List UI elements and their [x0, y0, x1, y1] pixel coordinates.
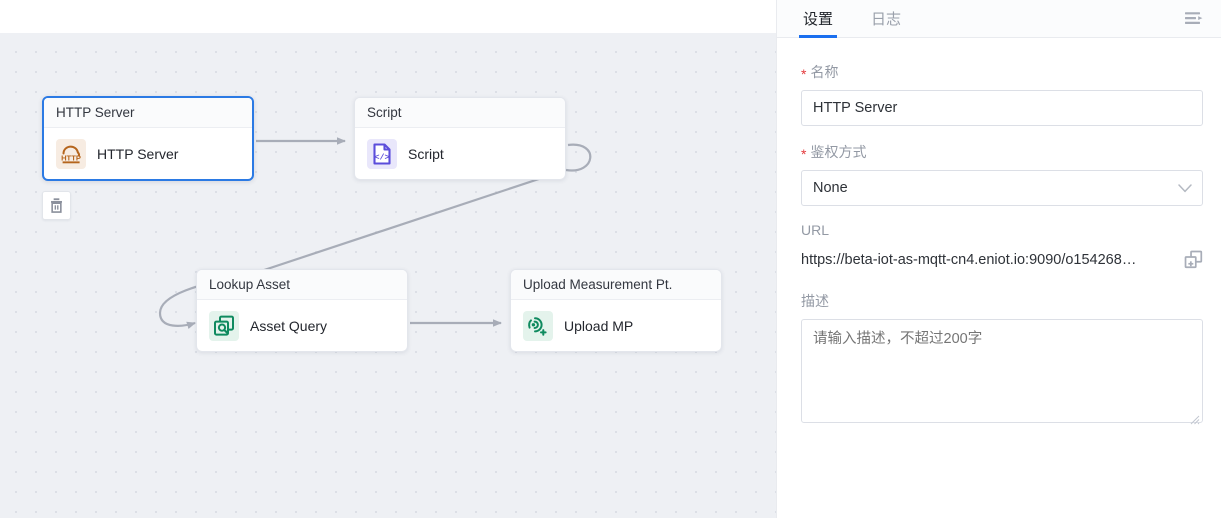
field-label-text: URL: [801, 222, 829, 238]
flow-node-title: HTTP Server: [44, 98, 252, 128]
flow-node-body: Upload MP: [511, 300, 721, 351]
flow-node-title: Upload Measurement Pt.: [511, 270, 721, 300]
http-cloud-icon: HTTP: [56, 139, 86, 169]
flow-node-http-server[interactable]: HTTP Server HTTP HTTP Server: [42, 96, 254, 181]
tab-settings[interactable]: 设置: [801, 12, 835, 37]
field-label-text: 鉴权方式: [810, 142, 866, 162]
panel-tabs: 设置 日志: [777, 0, 1221, 38]
field-label-text: 描述: [801, 291, 829, 311]
url-row: https://beta-iot-as-mqtt-cn4.eniot.io:90…: [801, 250, 1203, 269]
field-label-text: 名称: [810, 62, 838, 82]
flow-node-label: HTTP Server: [97, 146, 178, 162]
flow-node-label: Upload MP: [564, 318, 633, 334]
field-url-label: URL: [801, 222, 1197, 238]
svg-text:HTTP: HTTP: [61, 153, 81, 162]
flow-node-lookup-asset[interactable]: Lookup Asset Asset Query: [196, 269, 408, 352]
flow-node-script[interactable]: Script </> Script: [354, 97, 566, 180]
field-name-label: * 名称: [801, 62, 1197, 82]
flow-canvas[interactable]: HTTP Server HTTP HTTP Server Script: [0, 33, 776, 518]
copy-icon[interactable]: [1184, 250, 1203, 269]
required-asterisk: *: [801, 147, 806, 161]
flow-canvas-area: HTTP Server HTTP HTTP Server Script: [0, 0, 776, 518]
flow-node-upload-measurement-point[interactable]: Upload Measurement Pt. Upload MP: [510, 269, 722, 352]
required-asterisk: *: [801, 67, 806, 81]
code-file-icon: </>: [367, 139, 397, 169]
field-description-label: 描述: [801, 291, 1197, 311]
collapse-panel-icon[interactable]: [1181, 7, 1207, 31]
edge-script-to-asset-diagonal: [246, 170, 566, 276]
trash-icon: [48, 197, 65, 214]
flow-node-body: </> Script: [355, 128, 565, 179]
svg-text:</>: </>: [374, 152, 389, 162]
settings-panel: 设置 日志 * 名称 HTTP Server: [776, 0, 1221, 518]
description-textarea-wrapper: [801, 319, 1203, 428]
tab-logs[interactable]: 日志: [869, 12, 903, 37]
delete-node-button[interactable]: [42, 191, 71, 220]
auth-method-select[interactable]: None: [801, 170, 1203, 206]
field-description: 描述: [801, 291, 1197, 428]
upload-mp-icon: [523, 311, 553, 341]
field-name: * 名称 HTTP Server: [801, 62, 1197, 126]
flow-node-label: Asset Query: [250, 318, 327, 334]
flow-node-body: Asset Query: [197, 300, 407, 351]
flow-node-title: Script: [355, 98, 565, 128]
auth-method-value: None: [813, 180, 848, 196]
url-value: https://beta-iot-as-mqtt-cn4.eniot.io:90…: [801, 252, 1136, 268]
field-url: URL https://beta-iot-as-mqtt-cn4.eniot.i…: [801, 222, 1197, 269]
chevron-down-icon: [1178, 171, 1192, 205]
panel-body: * 名称 HTTP Server * 鉴权方式 None: [777, 38, 1221, 428]
field-auth-method: * 鉴权方式 None: [801, 142, 1197, 206]
name-input[interactable]: HTTP Server: [801, 90, 1203, 126]
edge-script-loop: [566, 145, 590, 171]
workflow-editor: HTTP Server HTTP HTTP Server Script: [0, 0, 1221, 518]
asset-query-icon: [209, 311, 239, 341]
field-auth-label: * 鉴权方式: [801, 142, 1197, 162]
description-textarea[interactable]: [801, 319, 1203, 423]
flow-node-title: Lookup Asset: [197, 270, 407, 300]
flow-node-body: HTTP HTTP Server: [44, 128, 252, 179]
flow-node-label: Script: [408, 146, 444, 162]
